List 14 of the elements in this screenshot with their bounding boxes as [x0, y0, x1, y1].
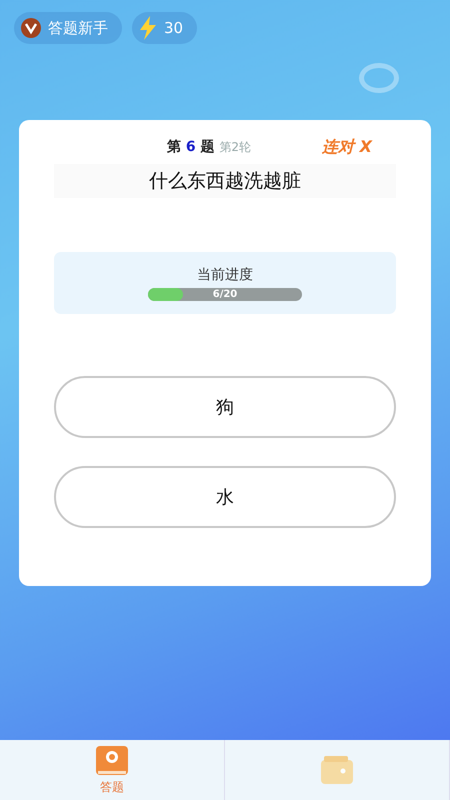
- progress-reading: 6/20: [212, 288, 238, 300]
- answer-button[interactable]: 水: [54, 466, 396, 528]
- answer-button[interactable]: 狗: [54, 376, 396, 438]
- wallet-icon: [320, 754, 354, 786]
- question-counter: 第 6 题 第2轮: [167, 138, 252, 156]
- question-text: 什么东西越洗越脏: [54, 164, 396, 198]
- ring-decoration: [359, 63, 399, 93]
- lightning-icon: [138, 16, 158, 40]
- energy-count: 30: [164, 19, 184, 37]
- book-icon: [95, 744, 129, 776]
- progress-label: 当前进度: [197, 266, 253, 284]
- streak-label: 连对 X: [322, 136, 372, 158]
- rank-text: 答题新手: [48, 18, 108, 38]
- medal-icon: [20, 17, 42, 39]
